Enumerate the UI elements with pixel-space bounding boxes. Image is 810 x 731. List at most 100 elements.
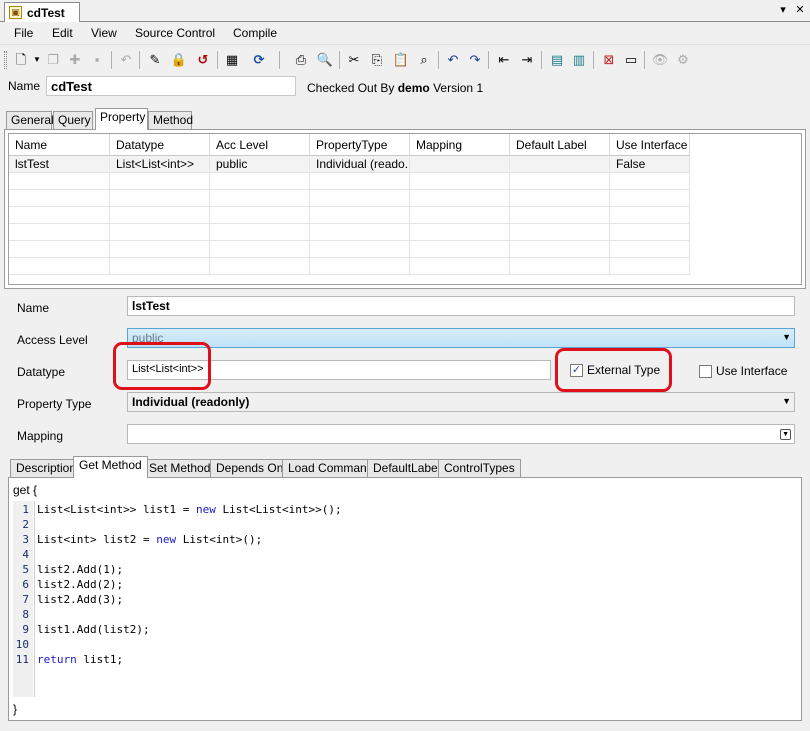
empty-cell (510, 173, 610, 190)
empty-cell (9, 241, 110, 258)
print-preview-icon[interactable]: 🔍 (316, 51, 334, 69)
version-text: Version 1 (433, 81, 484, 95)
menu-source-control[interactable]: Source Control (135, 26, 215, 40)
tab-get-method[interactable]: Get Method (73, 456, 148, 478)
calculator-icon[interactable]: ▦ (223, 51, 241, 69)
name-field[interactable]: cdTest (46, 76, 296, 96)
save-icon[interactable]: ▪ (88, 51, 106, 69)
access-level-select[interactable]: public ▼ (127, 328, 795, 348)
view-disabled-icon[interactable]: 👁 (651, 51, 669, 69)
empty-cell (110, 173, 210, 190)
empty-cell (210, 207, 310, 224)
uncomment-icon[interactable]: ▥ (570, 51, 588, 69)
empty-cell (610, 190, 690, 207)
line-number: 2 (22, 518, 29, 531)
outdent-icon[interactable]: ⇤ (495, 51, 513, 69)
cut-icon[interactable]: ✂ (345, 51, 363, 69)
empty-cell (510, 207, 610, 224)
table-cell[interactable]: lstTest (9, 156, 110, 173)
code-line[interactable]: list2.Add(3); (37, 593, 123, 606)
print-icon[interactable]: ⎙ (292, 51, 310, 69)
empty-cell (310, 173, 410, 190)
plugin-icon[interactable]: ✚ (66, 51, 84, 69)
close-document-icon[interactable]: ✕ (793, 3, 807, 17)
tab-set-method[interactable]: Set Method (143, 459, 217, 477)
delete-window-icon[interactable]: ⊠ (600, 51, 618, 69)
column-header-use-interface[interactable]: Use Interface (610, 134, 690, 156)
line-number: 5 (22, 563, 29, 576)
menu-edit[interactable]: Edit (52, 26, 73, 40)
tab-list-dropdown-icon[interactable]: ▾ (776, 3, 790, 17)
empty-cell (510, 190, 610, 207)
tab-method[interactable]: Method (148, 111, 193, 129)
use-interface-checkbox[interactable] (699, 365, 712, 378)
column-header-property-type[interactable]: PropertyType (310, 134, 410, 156)
column-header-datatype[interactable]: Datatype (110, 134, 210, 156)
column-header-default-label[interactable]: Default Label (510, 134, 610, 156)
toolbar-separator (438, 51, 439, 69)
empty-cell (310, 224, 410, 241)
window-icon[interactable]: ▭ (622, 51, 640, 69)
find-icon[interactable]: ⌕ (415, 51, 433, 69)
column-header-acc-level[interactable]: Acc Level (210, 134, 310, 156)
menu-view[interactable]: View (91, 26, 117, 40)
column-header-name[interactable]: Name (9, 134, 110, 156)
menu-file[interactable]: File (14, 26, 33, 40)
redo-icon[interactable]: ↷ (466, 51, 484, 69)
tab-control-types[interactable]: ControlTypes (438, 459, 521, 477)
code-line[interactable]: return list1; (37, 653, 123, 666)
table-cell[interactable]: List<List<int>> (110, 156, 210, 173)
name-label: Name (8, 79, 41, 93)
toolbar-separator (217, 51, 218, 69)
table-cell[interactable]: public (210, 156, 310, 173)
table-cell[interactable] (510, 156, 610, 173)
code-line[interactable]: list1.Add(list2); (37, 623, 150, 636)
table-cell[interactable]: Individual (reado... (310, 156, 410, 173)
checkout-status: Checked Out By demo Version 1 (307, 81, 483, 95)
line-number: 3 (22, 533, 29, 546)
revert-icon[interactable]: ↺ (194, 51, 212, 69)
code-line[interactable]: List<int> list2 = new List<int>(); (37, 533, 262, 546)
toolbar-grip[interactable] (4, 51, 7, 69)
checkout-icon[interactable]: ✎ (146, 51, 164, 69)
tab-depends-on[interactable]: Depends On (210, 459, 290, 477)
use-interface-label: Use Interface (716, 364, 788, 378)
code-line[interactable]: list2.Add(2); (37, 578, 123, 591)
line-number: 10 (15, 638, 29, 651)
code-line[interactable]: list2.Add(1); (37, 563, 123, 576)
toolbar-separator (279, 51, 280, 69)
copy-file-icon[interactable]: ❐ (44, 51, 62, 69)
copy-icon[interactable]: ⎘ (368, 51, 386, 69)
tab-description[interactable]: Description (10, 459, 83, 477)
menu-compile[interactable]: Compile (233, 26, 277, 40)
undo-icon[interactable]: ↶ (444, 51, 462, 69)
table-cell[interactable] (410, 156, 510, 173)
toolbar-separator (541, 51, 542, 69)
comment-icon[interactable]: ▤ (548, 51, 566, 69)
document-tab[interactable]: ▣ cdTest (4, 2, 80, 23)
refresh-icon[interactable]: ⟳ (250, 51, 268, 69)
property-type-select[interactable]: Individual (readonly) ▼ (127, 392, 795, 412)
code-editor[interactable] (35, 501, 797, 697)
highlight-box-external-type (555, 348, 672, 392)
prop-name-field[interactable]: lstTest (127, 296, 795, 316)
empty-cell (110, 190, 210, 207)
tab-property[interactable]: Property (95, 108, 148, 130)
properties-grid[interactable]: Name Datatype Acc Level PropertyType Map… (8, 133, 802, 285)
tab-default-label[interactable]: DefaultLabel (367, 459, 447, 477)
mapping-select[interactable]: ▼ (127, 424, 795, 444)
table-cell[interactable]: False (610, 156, 690, 173)
highlight-box-datatype (113, 342, 211, 390)
column-header-mapping[interactable]: Mapping (410, 134, 510, 156)
code-line[interactable]: List<List<int>> list1 = new List<List<in… (37, 503, 342, 516)
settings-disabled-icon[interactable]: ⚙ (674, 51, 692, 69)
lock-icon[interactable]: 🔒 (170, 51, 188, 69)
line-number: 11 (15, 653, 29, 666)
indent-icon[interactable]: ⇥ (518, 51, 536, 69)
tab-load-command[interactable]: Load Command (282, 459, 380, 477)
undo-disabled-icon[interactable]: ↶ (117, 51, 135, 69)
class-file-icon: ▣ (9, 6, 22, 19)
tab-query[interactable]: Query (53, 111, 93, 129)
tab-general[interactable]: General (6, 111, 54, 129)
paste-icon[interactable]: 📋 (392, 51, 410, 69)
